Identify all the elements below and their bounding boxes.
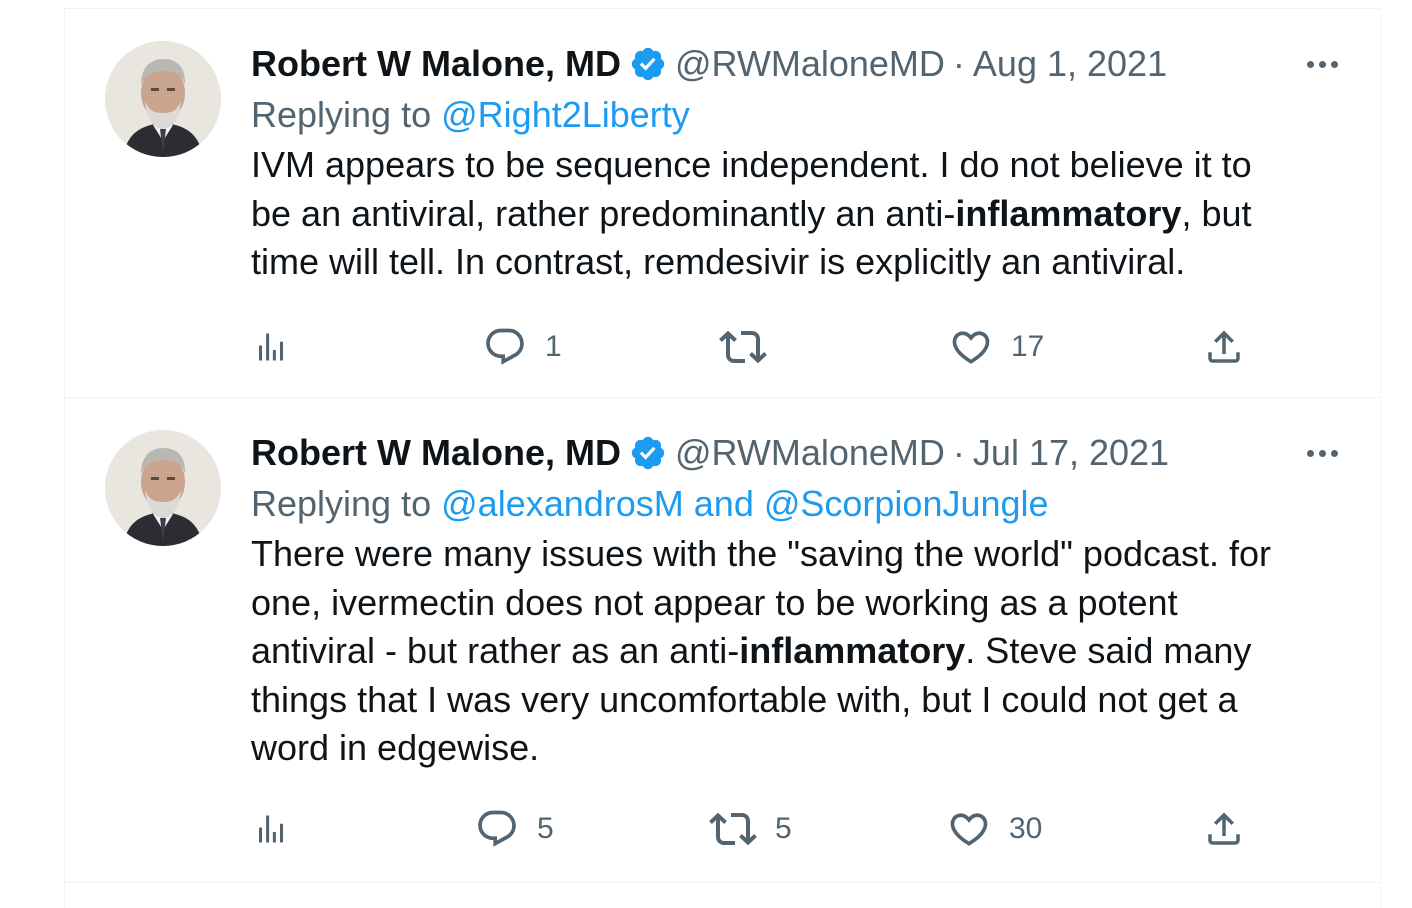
tweet-content: Robert W Malone, MD @RWMaloneMD · Aug 1,… xyxy=(251,39,1341,287)
retweet-button[interactable]: 5 xyxy=(709,804,792,854)
tweet-text-line: time will tell. In contrast, remdesivir … xyxy=(251,241,1186,282)
share-button[interactable] xyxy=(1203,804,1245,854)
tweet-text-line: antiviral - but rather as an anti-inflam… xyxy=(251,630,1252,671)
heart-icon xyxy=(950,813,988,846)
bold-keyword: inflammatory xyxy=(739,630,966,671)
like-button[interactable]: 17 xyxy=(949,322,1044,372)
reply-icon xyxy=(478,810,516,847)
author-name[interactable]: Robert W Malone, MD xyxy=(251,428,621,478)
separator-dot: · xyxy=(952,43,965,84)
analytics-icon xyxy=(259,333,283,361)
reply-button[interactable]: 5 xyxy=(475,804,554,854)
avatar[interactable] xyxy=(105,430,221,546)
reply-mention-link[interactable]: @Right2Liberty xyxy=(441,94,690,135)
share-button[interactable] xyxy=(1203,322,1245,372)
analytics-icon xyxy=(259,815,283,843)
tweet[interactable]: Robert W Malone, MD @RWMaloneMD · Jul 17… xyxy=(65,398,1380,883)
verified-badge-icon xyxy=(631,436,665,470)
tweet-date[interactable]: Aug 1, 2021 xyxy=(973,39,1167,89)
tweet-feed: Robert W Malone, MD @RWMaloneMD · Aug 1,… xyxy=(64,8,1381,908)
tweet-text-line: IVM appears to be sequence independent. … xyxy=(251,144,1252,185)
avatar[interactable] xyxy=(105,41,221,157)
analytics-button[interactable] xyxy=(253,804,289,854)
bold-keyword: inflammatory xyxy=(955,192,1182,234)
tweet-content: Robert W Malone, MD @RWMaloneMD · Jul 17… xyxy=(251,428,1341,773)
retweet-icon xyxy=(719,330,767,364)
more-options-icon[interactable] xyxy=(1297,49,1347,79)
tweet-text-line: word in edgewise. xyxy=(251,727,540,768)
tweet-text-line: one, ivermectin does not appear to be wo… xyxy=(251,581,1178,623)
reply-mention-link[interactable]: @alexandrosM and @ScorpionJungle xyxy=(441,483,1048,524)
share-icon xyxy=(1208,330,1240,363)
verified-badge-icon xyxy=(631,47,665,81)
author-handle[interactable]: @RWMaloneMD xyxy=(675,39,945,89)
tweet-date[interactable]: Jul 17, 2021 xyxy=(973,428,1169,478)
tweet-text: There were many issues with the "saving … xyxy=(251,530,1341,773)
tweet-text: IVM appears to be sequence independent. … xyxy=(251,141,1341,287)
reply-icon xyxy=(486,328,524,365)
like-count: 17 xyxy=(1011,330,1045,363)
separator-dot: · xyxy=(952,432,965,473)
retweet-count: 5 xyxy=(775,812,792,845)
tweet-header: Robert W Malone, MD @RWMaloneMD · Aug 1,… xyxy=(251,39,1341,89)
like-count: 30 xyxy=(1009,812,1043,845)
avatar-image xyxy=(105,41,221,157)
tweet-text-line: things that I was very uncomfortable wit… xyxy=(251,678,1238,720)
reply-count: 1 xyxy=(545,330,562,363)
author-name[interactable]: Robert W Malone, MD xyxy=(251,39,621,89)
replying-prefix: Replying to xyxy=(251,483,432,524)
retweet-icon xyxy=(709,812,757,846)
tweet-text-line: There were many issues with the "saving … xyxy=(251,533,1272,574)
author-handle[interactable]: @RWMaloneMD xyxy=(675,428,945,478)
tweet-actions: 5 5 30 xyxy=(251,804,1240,854)
replying-prefix: Replying to xyxy=(251,94,432,135)
analytics-button[interactable] xyxy=(253,322,289,372)
tweet-text-line: be an antiviral, rather predominantly an… xyxy=(251,192,1252,234)
retweet-button[interactable] xyxy=(719,322,785,372)
tweet[interactable]: Robert W Malone, MD @RWMaloneMD · Aug 1,… xyxy=(65,9,1380,398)
more-options-icon[interactable] xyxy=(1297,438,1347,468)
tweet-actions: 1 17 xyxy=(251,322,1240,372)
replying-to: Replying to @Right2Liberty xyxy=(251,89,1341,141)
share-icon xyxy=(1208,812,1240,845)
like-button[interactable]: 30 xyxy=(947,804,1042,854)
heart-icon xyxy=(952,331,990,364)
avatar-image xyxy=(105,430,221,546)
tweet-header: Robert W Malone, MD @RWMaloneMD · Jul 17… xyxy=(251,428,1341,478)
reply-count: 5 xyxy=(537,812,554,845)
replying-to: Replying to @alexandrosM and @ScorpionJu… xyxy=(251,478,1341,530)
reply-button[interactable]: 1 xyxy=(483,322,562,372)
